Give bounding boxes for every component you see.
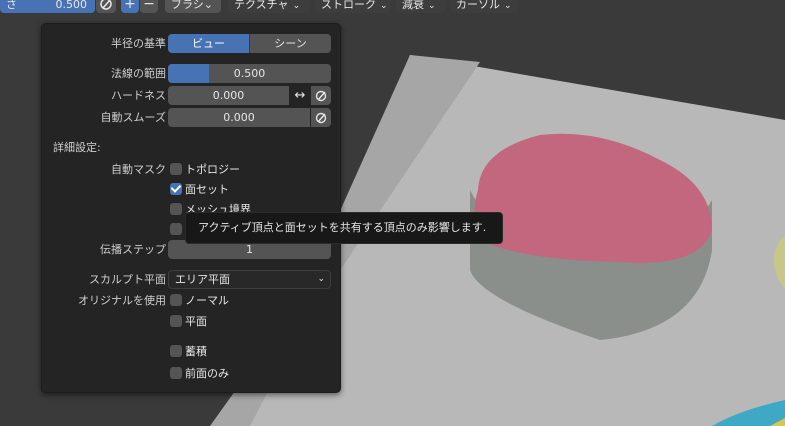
texture-menu[interactable]: テクスチャ ⌄ bbox=[228, 0, 310, 13]
auto-mask-label: 自動マスク bbox=[111, 163, 166, 176]
normal-radius-label: 法線の範囲 bbox=[111, 67, 166, 80]
face-sets-label: 面セット bbox=[185, 183, 229, 196]
chevron-down-icon: ⌄ bbox=[504, 1, 512, 11]
radius-base-label: 半径の基準 bbox=[111, 37, 166, 50]
pen-pressure-icon bbox=[100, 0, 112, 10]
texture-menu-label: テクスチャ bbox=[234, 0, 289, 11]
accumulate-label: 蓄積 bbox=[185, 345, 207, 358]
hardness-label: ハードネス bbox=[111, 89, 166, 102]
hardness-value: 0.000 bbox=[212, 89, 245, 102]
front-faces-row: 前面のみ bbox=[42, 364, 342, 384]
pressure-toggle[interactable] bbox=[96, 0, 116, 13]
pen-pressure-icon bbox=[315, 112, 327, 123]
tooltip-text: アクティブ頂点と面セットを共有する頂点のみ影響します. bbox=[198, 221, 487, 234]
propagation-steps-label: 伝播ステップ bbox=[100, 243, 166, 256]
front-faces-label: 前面のみ bbox=[185, 367, 229, 380]
use-original-row-1: オリジナルを使用 ノーマル bbox=[42, 291, 342, 311]
accumulate-row: 蓄積 bbox=[42, 342, 342, 362]
auto-smooth-label: 自動スムーズ bbox=[100, 111, 166, 124]
normal-radius-fill bbox=[168, 64, 209, 83]
auto-smooth-value: 0.000 bbox=[223, 111, 255, 124]
tool-header: さ 0.500 + − ブラシ⌄ テクスチャ ⌄ ストローク ⌄ 減衰 ⌄ カーソル ⌄ bbox=[0, 0, 785, 14]
auto-smooth-pressure-button[interactable] bbox=[311, 108, 331, 127]
normal-radius-row: 法線の範囲 0.500 bbox=[42, 64, 342, 84]
sculpt-plane-label: スカルプト平面 bbox=[89, 273, 166, 286]
radius-base-row: 半径の基準 ビュー シーン bbox=[42, 34, 342, 54]
sculpt-plane-value: エリア平面 bbox=[175, 273, 230, 286]
propagation-steps-value: 1 bbox=[246, 243, 253, 256]
strength-field[interactable]: さ 0.500 bbox=[0, 0, 95, 13]
mesh-boundary-checkbox[interactable] bbox=[170, 203, 182, 215]
original-plane-label: 平面 bbox=[185, 315, 207, 328]
hardness-slider[interactable]: 0.000 bbox=[168, 86, 289, 105]
sculpt-plane-row: スカルプト平面 エリア平面 ⌄ bbox=[42, 270, 342, 290]
auto-smooth-row: 自動スムーズ 0.000 bbox=[42, 108, 342, 128]
chevron-down-icon: ⌄ bbox=[428, 1, 436, 11]
topology-checkbox[interactable] bbox=[170, 163, 182, 175]
cursor-menu-label: カーソル bbox=[456, 0, 500, 11]
subtract-button[interactable]: − bbox=[140, 0, 158, 13]
accumulate-checkbox[interactable] bbox=[170, 345, 182, 357]
face-sets-checkbox[interactable] bbox=[170, 183, 182, 195]
auto-mask-row-1: 自動マスク トポロジー bbox=[42, 160, 342, 180]
falloff-menu[interactable]: 減衰 ⌄ bbox=[396, 0, 446, 13]
details-heading-row: 詳細設定: bbox=[42, 138, 342, 158]
chevron-down-icon: ⌄ bbox=[203, 0, 213, 11]
radius-scene-option[interactable]: シーン bbox=[249, 34, 331, 53]
stroke-menu[interactable]: ストローク ⌄ bbox=[315, 0, 391, 13]
original-normal-checkbox[interactable] bbox=[170, 294, 182, 306]
front-faces-checkbox[interactable] bbox=[170, 367, 182, 379]
subtract-icon: − bbox=[143, 0, 155, 12]
invert-arrows-icon[interactable]: ↔ bbox=[290, 86, 310, 105]
strength-value: 0.500 bbox=[55, 0, 88, 11]
brush-menu[interactable]: ブラシ⌄ bbox=[165, 0, 221, 13]
chevron-down-icon: ⌄ bbox=[292, 1, 301, 11]
auto-mask-extra-checkbox[interactable] bbox=[170, 223, 182, 235]
topology-label: トポロジー bbox=[185, 163, 240, 176]
strength-label: さ bbox=[6, 0, 17, 11]
use-original-label: オリジナルを使用 bbox=[78, 294, 166, 307]
details-heading: 詳細設定: bbox=[53, 141, 101, 154]
brush-settings-panel: 半径の基準 ビュー シーン 法線の範囲 0.500 ハードネス 0.000 ↔ … bbox=[41, 23, 341, 393]
auto-smooth-slider[interactable]: 0.000 bbox=[168, 108, 310, 127]
brush-menu-label: ブラシ bbox=[171, 0, 204, 11]
pen-pressure-icon bbox=[315, 90, 327, 101]
original-plane-checkbox[interactable] bbox=[170, 315, 182, 327]
stroke-menu-label: ストローク bbox=[321, 0, 376, 11]
tooltip: アクティブ頂点と面セットを共有する頂点のみ影響します. bbox=[185, 212, 503, 244]
use-original-row-2: 平面 bbox=[42, 312, 342, 332]
hardness-row: ハードネス 0.000 ↔ bbox=[42, 86, 342, 106]
sculpt-plane-select[interactable]: エリア平面 ⌄ bbox=[168, 270, 331, 289]
chevron-down-icon: ⌄ bbox=[380, 1, 388, 11]
original-normal-label: ノーマル bbox=[185, 294, 229, 307]
chevron-down-icon: ⌄ bbox=[317, 274, 325, 284]
add-button[interactable]: + bbox=[121, 0, 139, 13]
add-icon: + bbox=[124, 0, 136, 12]
falloff-menu-label: 減衰 bbox=[402, 0, 424, 11]
auto-mask-row-2: 面セット bbox=[42, 180, 342, 200]
normal-radius-slider[interactable]: 0.500 bbox=[168, 64, 331, 83]
hardness-pressure-button[interactable] bbox=[311, 86, 331, 105]
cursor-menu[interactable]: カーソル ⌄ bbox=[450, 0, 518, 13]
normal-radius-value: 0.500 bbox=[233, 67, 266, 80]
radius-view-option[interactable]: ビュー bbox=[168, 34, 249, 53]
